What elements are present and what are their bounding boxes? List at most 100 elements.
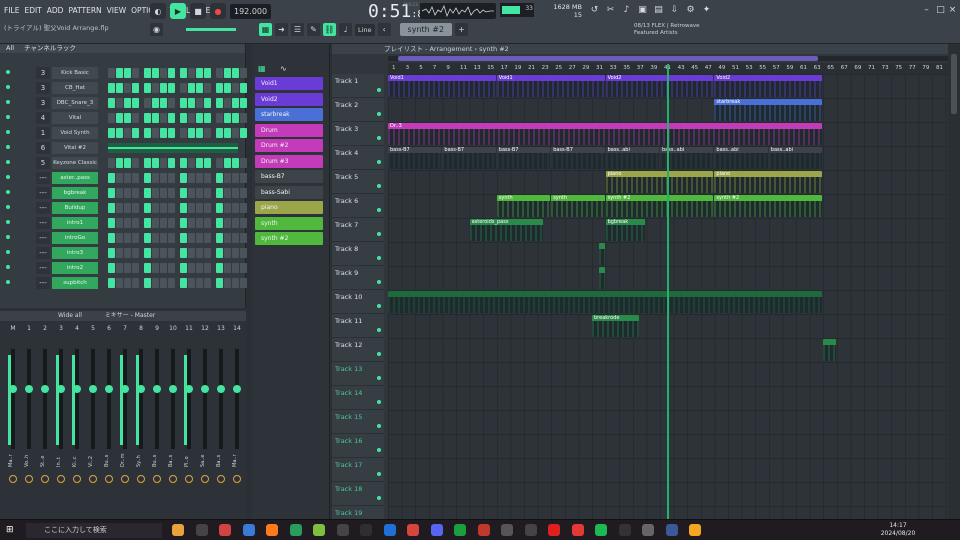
taskbar-app-icon[interactable] — [454, 524, 466, 536]
menu-item[interactable]: PATTERN — [68, 6, 101, 15]
step-button[interactable] — [116, 128, 123, 138]
step-button[interactable] — [152, 113, 159, 123]
channel-row[interactable]: --- Buildup — [0, 201, 247, 215]
step-button[interactable] — [124, 233, 131, 243]
step-button[interactable] — [240, 203, 247, 213]
browser-icon[interactable]: ✦ — [700, 4, 713, 17]
step-button[interactable] — [204, 68, 211, 78]
step-button[interactable] — [144, 98, 151, 108]
channel-name-button[interactable]: intro1 — [52, 217, 98, 229]
volume-fader[interactable] — [59, 349, 63, 449]
playlist-clip[interactable]: bass..abi — [714, 147, 768, 169]
step-button[interactable] — [224, 233, 231, 243]
playlist-clip[interactable]: Void2 — [714, 75, 823, 97]
taskbar-app-icon[interactable] — [665, 524, 678, 536]
channel-name-button[interactable]: Kick Basic — [52, 67, 98, 79]
taskbar-app-icon[interactable] — [313, 524, 325, 536]
step-button[interactable] — [144, 158, 151, 168]
step-button[interactable] — [204, 218, 211, 228]
channel-led[interactable] — [6, 70, 10, 74]
step-button[interactable] — [144, 188, 151, 198]
pan-knob[interactable] — [217, 385, 225, 393]
track-header[interactable]: Track 4 — [332, 146, 384, 170]
step-button[interactable] — [108, 173, 115, 183]
step-button[interactable] — [196, 188, 203, 198]
channel-mixer-route[interactable]: --- — [36, 277, 50, 289]
channel-led[interactable] — [6, 85, 10, 89]
track-mute-led[interactable] — [377, 472, 381, 476]
close-icon[interactable]: × — [946, 4, 959, 17]
step-button[interactable] — [108, 263, 115, 273]
step-button[interactable] — [152, 98, 159, 108]
track-mute-led[interactable] — [377, 232, 381, 236]
pencil-icon[interactable]: ✎ — [307, 23, 320, 36]
step-button[interactable] — [160, 128, 167, 138]
send-knob[interactable] — [233, 475, 241, 483]
send-knob[interactable] — [57, 475, 65, 483]
pan-knob[interactable] — [201, 385, 209, 393]
channel-name-button[interactable]: intro3 — [52, 247, 98, 259]
step-button[interactable] — [168, 203, 175, 213]
step-button[interactable] — [224, 98, 231, 108]
playlist-clip[interactable]: starbreak — [714, 99, 823, 121]
step-button[interactable] — [240, 113, 247, 123]
channel-name-button[interactable]: aster..pass — [52, 172, 98, 184]
playlist-clip[interactable]: bass..abi — [605, 147, 659, 169]
volume-fader[interactable] — [75, 349, 79, 449]
playlist-clip[interactable]: piano — [605, 171, 714, 193]
mic-icon[interactable]: ♪ — [620, 4, 633, 17]
pattern-item[interactable]: synth — [255, 216, 323, 230]
step-button[interactable] — [152, 83, 159, 93]
track-mute-led[interactable] — [377, 352, 381, 356]
arrow-icon[interactable]: ➜ — [275, 23, 288, 36]
step-button[interactable] — [216, 248, 223, 258]
channel-led[interactable] — [6, 160, 10, 164]
step-button[interactable] — [240, 263, 247, 273]
step-button[interactable] — [180, 83, 187, 93]
step-button[interactable] — [216, 233, 223, 243]
step-button[interactable] — [144, 203, 151, 213]
mixer-strip[interactable]: 4 Ki..c — [70, 325, 84, 513]
step-button[interactable] — [180, 218, 187, 228]
taskbar-app-icon[interactable] — [407, 524, 419, 536]
pattern-item[interactable]: Void2 — [255, 92, 323, 106]
menu-item[interactable]: ADD — [47, 6, 64, 15]
step-button[interactable] — [152, 263, 159, 273]
step-button[interactable] — [168, 233, 175, 243]
step-button[interactable] — [124, 203, 131, 213]
step-button[interactable] — [108, 113, 115, 123]
step-button[interactable] — [108, 188, 115, 198]
pattern-item[interactable]: synth #2 — [255, 232, 323, 245]
step-button[interactable] — [204, 128, 211, 138]
step-button[interactable] — [204, 98, 211, 108]
step-button[interactable] — [196, 233, 203, 243]
step-button[interactable] — [216, 188, 223, 198]
step-button[interactable] — [116, 158, 123, 168]
volume-fader[interactable] — [203, 349, 207, 449]
step-button[interactable] — [168, 218, 175, 228]
step-button[interactable] — [152, 218, 159, 228]
step-button[interactable] — [152, 278, 159, 288]
channel-led[interactable] — [6, 175, 10, 179]
mixer-strip[interactable]: 13 Ba..s — [214, 325, 228, 513]
step-button[interactable] — [116, 233, 123, 243]
playlist-clip[interactable] — [823, 339, 836, 361]
step-button[interactable] — [116, 98, 123, 108]
volume-fader[interactable] — [91, 349, 95, 449]
pattern-item[interactable]: piano — [255, 201, 323, 214]
step-button[interactable] — [240, 188, 247, 198]
step-button[interactable] — [132, 83, 139, 93]
step-button[interactable] — [188, 218, 195, 228]
playlist-clip[interactable]: synth — [496, 195, 551, 217]
step-button[interactable] — [124, 188, 131, 198]
step-button[interactable] — [224, 83, 231, 93]
pan-knob[interactable] — [185, 385, 193, 393]
playhead[interactable] — [667, 64, 669, 519]
step-button[interactable] — [132, 263, 139, 273]
track-mute-led[interactable] — [377, 208, 381, 212]
step-button[interactable] — [168, 278, 175, 288]
step-button[interactable] — [144, 173, 151, 183]
undo-icon[interactable]: ↺ — [588, 4, 601, 17]
pattern-item[interactable]: Drum #3 — [255, 154, 323, 168]
step-button[interactable] — [180, 248, 187, 258]
